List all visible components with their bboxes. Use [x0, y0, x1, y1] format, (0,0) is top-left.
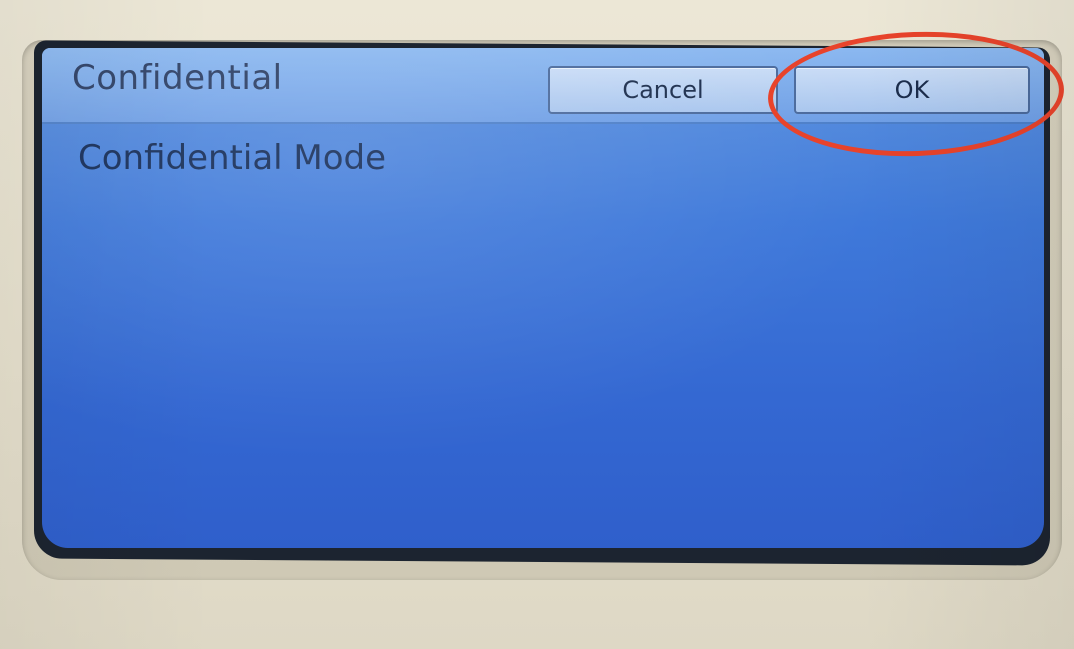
confidential-mode-label: Confidential Mode: [78, 138, 387, 178]
screen-title: Confidential: [72, 58, 283, 98]
device-photo: Confidential Cancel OK Confidential Mode: [0, 0, 1074, 649]
cancel-button[interactable]: Cancel: [548, 66, 778, 114]
cancel-button-label: Cancel: [622, 76, 704, 104]
